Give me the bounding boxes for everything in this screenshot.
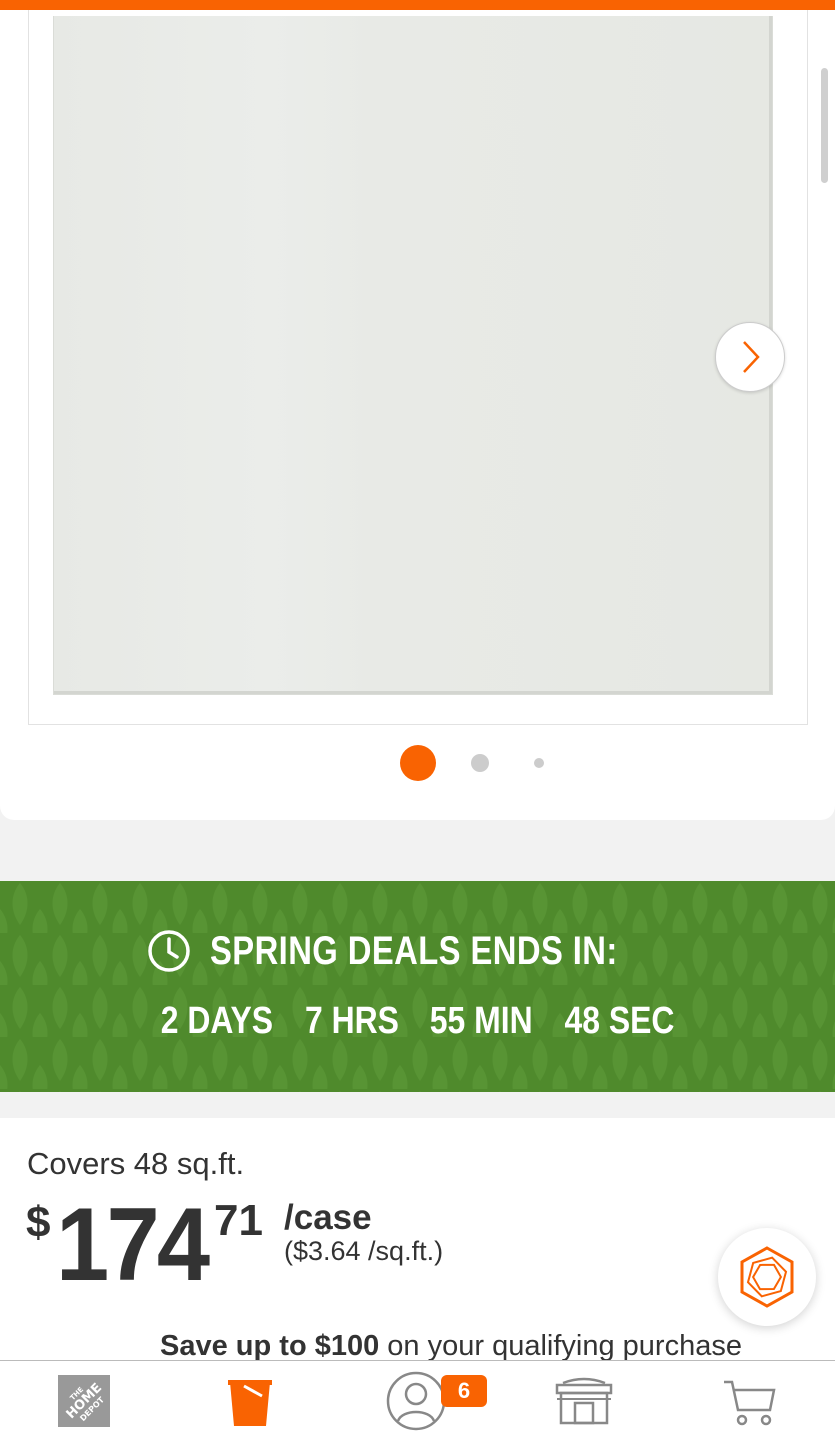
clock-icon (147, 930, 190, 972)
chat-button[interactable] (718, 1228, 816, 1326)
price-unit: /case (284, 1198, 372, 1237)
chevron-right-icon (743, 341, 760, 373)
carousel-next-button[interactable] (715, 322, 785, 392)
leaf-pattern-background (0, 881, 835, 1092)
nav-cart[interactable] (696, 1361, 804, 1441)
bottom-nav: THE HOME DEPOT (0, 1360, 835, 1441)
product-image-frame[interactable] (28, 10, 808, 725)
deal-banner (0, 881, 835, 1092)
countdown-days: 2 DAYS (160, 1000, 274, 1042)
hexagon-chat-icon (740, 1246, 794, 1308)
nav-home[interactable]: THE HOME DEPOT (30, 1361, 138, 1441)
nav-store[interactable] (530, 1361, 638, 1441)
account-notification-badge: 6 (441, 1375, 487, 1407)
price-currency: $ (26, 1198, 51, 1247)
coverage-text: Covers 48 sq.ft. (27, 1146, 245, 1181)
page-scrollbar[interactable] (821, 68, 828, 183)
countdown-seconds: 48 SEC (564, 1000, 675, 1042)
carousel-dot-3[interactable] (534, 758, 544, 768)
nav-shop[interactable] (196, 1361, 304, 1441)
countdown-minutes: 55 MIN (429, 1000, 533, 1042)
product-image-panel (0, 10, 835, 820)
deal-countdown: 2 DAYS 7 HRS 55 MIN 48 SEC (0, 1000, 835, 1043)
savings-rest: on your qualifying purchase (379, 1330, 742, 1362)
top-accent-bar (0, 0, 835, 10)
user-icon (386, 1371, 446, 1431)
countdown-hours: 7 HRS (304, 1000, 399, 1042)
carousel-dot-1[interactable] (400, 745, 436, 781)
price-per-sqft: ($3.64 /sq.ft.) (284, 1236, 444, 1266)
savings-bold: Save up to $100 (160, 1330, 380, 1362)
cart-icon (724, 1380, 776, 1426)
price-cents: 71 (214, 1196, 263, 1245)
deal-title-text: SPRING DEALS ENDS IN: (209, 928, 618, 973)
savings-promo[interactable]: Save up to $100 on your qualifying purch… (0, 1330, 835, 1363)
carousel-indicator (0, 743, 835, 783)
bucket-icon (228, 1380, 272, 1426)
home-depot-logo-icon: THE HOME DEPOT (58, 1375, 110, 1427)
product-image[interactable] (53, 16, 773, 695)
deal-title: SPRING DEALS ENDS IN: (0, 928, 835, 974)
store-icon (555, 1377, 613, 1425)
price-whole: 174 (56, 1187, 210, 1303)
carousel-dot-2[interactable] (471, 754, 489, 772)
